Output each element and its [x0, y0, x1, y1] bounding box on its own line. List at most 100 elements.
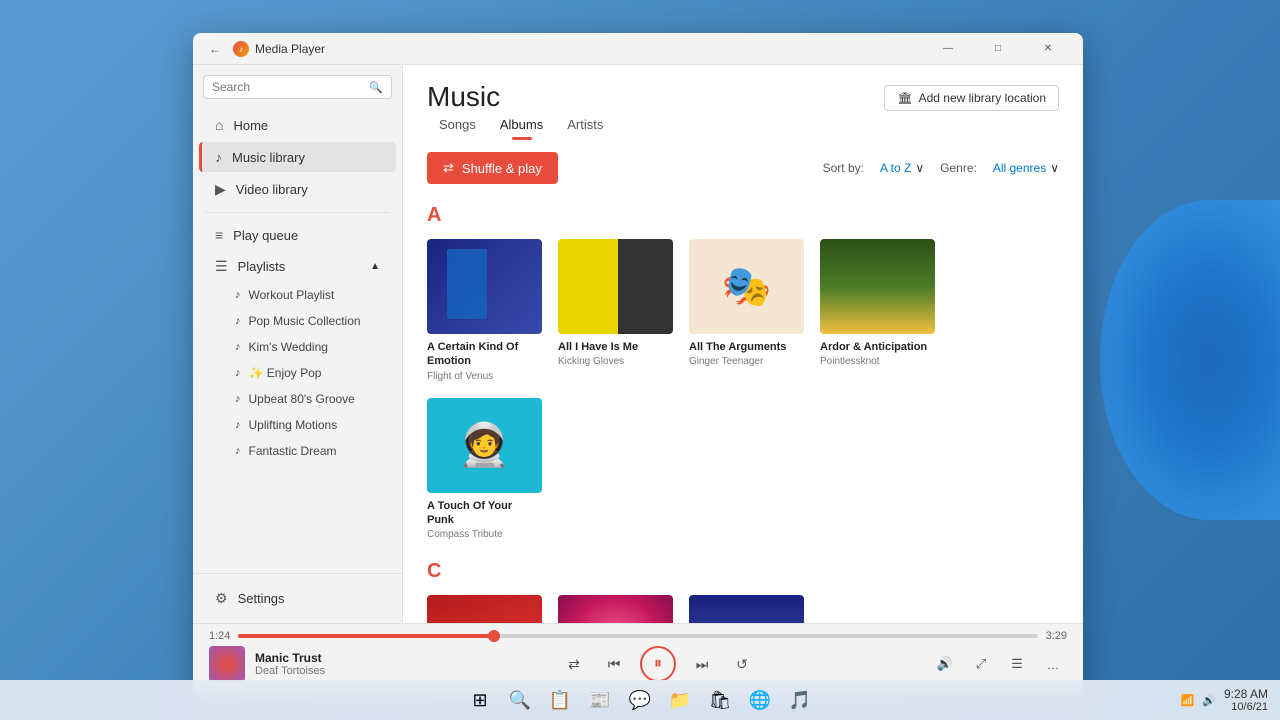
- add-library-icon: 🏛: [897, 91, 912, 105]
- taskbar-right: 📶 🔊 9:28 AM 10/6/21: [1181, 687, 1268, 713]
- album-card-5[interactable]: 🩰 Complete Strangers Corbin Revival: [427, 595, 542, 623]
- genre-chevron-icon: ∨: [1050, 161, 1059, 175]
- playlist-item-2[interactable]: ♪ Kim's Wedding: [199, 335, 396, 359]
- taskbar-search-icon[interactable]: 🔍: [502, 682, 538, 718]
- playlist-label-5: Uplifting Motions: [249, 418, 338, 432]
- playlists-collapse-icon: ▲: [370, 261, 380, 272]
- controls-row: ⇄ Shuffle & play Sort by: A to Z ∨ Genre…: [403, 140, 1083, 196]
- taskbar-start-icon[interactable]: ⊞: [462, 682, 498, 718]
- queue-icon: ≡: [215, 227, 223, 243]
- window-title: Media Player: [255, 42, 925, 56]
- play-pause-button[interactable]: ⏸: [640, 646, 676, 682]
- album-art-0: [427, 239, 542, 334]
- page-title: Music: [427, 81, 615, 113]
- playlist-label-2: Kim's Wedding: [249, 340, 328, 354]
- search-icon: 🔍: [369, 81, 383, 94]
- track-info: Manic Trust Deaf Tortoises: [209, 646, 409, 682]
- header-right: 🏛 Add new library location: [884, 81, 1059, 111]
- sort-label: Sort by:: [823, 161, 864, 175]
- more-button[interactable]: …: [1039, 650, 1067, 678]
- sort-controls: Sort by: A to Z ∨ Genre: All genres ∨: [823, 161, 1059, 175]
- tab-albums[interactable]: Albums: [488, 113, 555, 140]
- album-card-2[interactable]: 🎭 All The Arguments Ginger Teenager: [689, 239, 804, 382]
- add-library-button[interactable]: 🏛 Add new library location: [884, 85, 1059, 111]
- playlist-item-6[interactable]: ♪ Fantastic Dream: [199, 439, 396, 463]
- minimize-button[interactable]: —: [925, 33, 971, 65]
- taskbar-widgets-icon[interactable]: 📰: [582, 682, 618, 718]
- sort-chevron-icon: ∨: [915, 161, 924, 175]
- center-controls: ⇄ ⏮ ⏸ ⏭ ↺: [409, 646, 907, 682]
- playlist-item-0[interactable]: ♪ Workout Playlist: [199, 283, 396, 307]
- volume-button[interactable]: 🔊: [931, 650, 959, 678]
- taskbar-browser-icon[interactable]: 🌐: [742, 682, 778, 718]
- search-box[interactable]: 🔍: [203, 75, 392, 99]
- main-window: ← ♪ Media Player — □ ✕ 🔍 ⌂ Home ♪ Music …: [193, 33, 1083, 693]
- taskbar-media-icon[interactable]: 🎵: [782, 682, 818, 718]
- album-art-2: 🎭: [689, 239, 804, 334]
- close-button[interactable]: ✕: [1025, 33, 1071, 65]
- sidebar-item-play-queue[interactable]: ≡ Play queue: [199, 220, 396, 250]
- shuffle-label: Shuffle & play: [462, 161, 542, 176]
- shuffle-button[interactable]: ⇄: [560, 650, 588, 678]
- miniplayer-button[interactable]: ⤢: [967, 650, 995, 678]
- main-area: Music Songs Albums Artists 🏛 Add new lib…: [403, 65, 1083, 623]
- repeat-button[interactable]: ↺: [728, 650, 756, 678]
- previous-button[interactable]: ⏮: [600, 650, 628, 678]
- app-icon: ♪: [233, 41, 249, 57]
- search-input[interactable]: [212, 80, 369, 94]
- playlists-icon: ☰: [215, 258, 228, 275]
- playlist-item-5[interactable]: ♪ Uplifting Motions: [199, 413, 396, 437]
- taskbar-taskview-icon[interactable]: 📋: [542, 682, 578, 718]
- track-details: Manic Trust Deaf Tortoises: [255, 651, 325, 677]
- album-card-7[interactable]: 👩 Crazy Times Saving Gabrielle: [689, 595, 804, 623]
- sidebar-item-home[interactable]: ⌂ Home: [199, 110, 396, 140]
- playlist-icon-3: ♪: [235, 367, 241, 379]
- track-artist: Deaf Tortoises: [255, 665, 325, 677]
- sort-value: A to Z: [880, 161, 911, 175]
- tab-artists[interactable]: Artists: [555, 113, 615, 140]
- album-art-6: 🌴: [558, 595, 673, 623]
- next-button[interactable]: ⏭: [688, 650, 716, 678]
- album-art-3: [820, 239, 935, 334]
- playlist-item-4[interactable]: ♪ Upbeat 80's Groove: [199, 387, 396, 411]
- genre-value: All genres: [993, 161, 1046, 175]
- progress-row: 1:24 3:29: [193, 624, 1083, 642]
- playlist-label-6: Fantastic Dream: [249, 444, 337, 458]
- sidebar-item-music-library[interactable]: ♪ Music library: [199, 142, 396, 172]
- album-card-0[interactable]: A Certain Kind Of Emotion Flight of Venu…: [427, 239, 542, 382]
- progress-thumb: [488, 630, 500, 642]
- tab-songs[interactable]: Songs: [427, 113, 488, 140]
- music-icon: ♪: [215, 149, 222, 165]
- playlist-item-1[interactable]: ♪ Pop Music Collection: [199, 309, 396, 333]
- playlist-icon-6: ♪: [235, 445, 241, 457]
- queue-button[interactable]: ☰: [1003, 650, 1031, 678]
- progress-bar[interactable]: [238, 634, 1037, 638]
- settings-item[interactable]: ⚙ Settings: [199, 583, 396, 614]
- album-title-0: A Certain Kind Of Emotion: [427, 340, 542, 369]
- video-icon: ▶: [215, 181, 226, 198]
- maximize-button[interactable]: □: [975, 33, 1021, 65]
- taskbar-store-icon[interactable]: 🛍: [702, 682, 738, 718]
- album-title-3: Ardor & Anticipation: [820, 340, 935, 354]
- playlists-header[interactable]: ☰ Playlists ▲: [199, 252, 396, 281]
- genre-label: Genre:: [940, 161, 977, 175]
- genre-dropdown[interactable]: All genres ∨: [993, 161, 1059, 175]
- album-card-1[interactable]: All I Have Is Me Kicking Gloves: [558, 239, 673, 382]
- album-card-6[interactable]: 🌴 Compromise Moves Fast Pete Brown: [558, 595, 673, 623]
- sort-dropdown[interactable]: A to Z ∨: [880, 161, 924, 175]
- titlebar: ← ♪ Media Player — □ ✕: [193, 33, 1083, 65]
- home-label: Home: [233, 118, 268, 133]
- playlist-item-3[interactable]: ♪ ✨ Enjoy Pop: [199, 361, 396, 385]
- window-controls: — □ ✕: [925, 33, 1071, 65]
- taskbar-time: 9:28 AM: [1224, 687, 1268, 701]
- track-name: Manic Trust: [255, 651, 325, 665]
- shuffle-play-button[interactable]: ⇄ Shuffle & play: [427, 152, 558, 184]
- taskbar-date: 10/6/21: [1224, 701, 1268, 713]
- taskbar-explorer-icon[interactable]: 📁: [662, 682, 698, 718]
- album-art-1: [558, 239, 673, 334]
- back-button[interactable]: ←: [205, 39, 225, 59]
- album-card-3[interactable]: Ardor & Anticipation Pointlessknot: [820, 239, 935, 382]
- album-card-4[interactable]: 🧑‍🚀 A Touch Of Your Punk Compass Tribute: [427, 398, 542, 541]
- sidebar-item-video-library[interactable]: ▶ Video library: [199, 174, 396, 205]
- taskbar-chat-icon[interactable]: 💬: [622, 682, 658, 718]
